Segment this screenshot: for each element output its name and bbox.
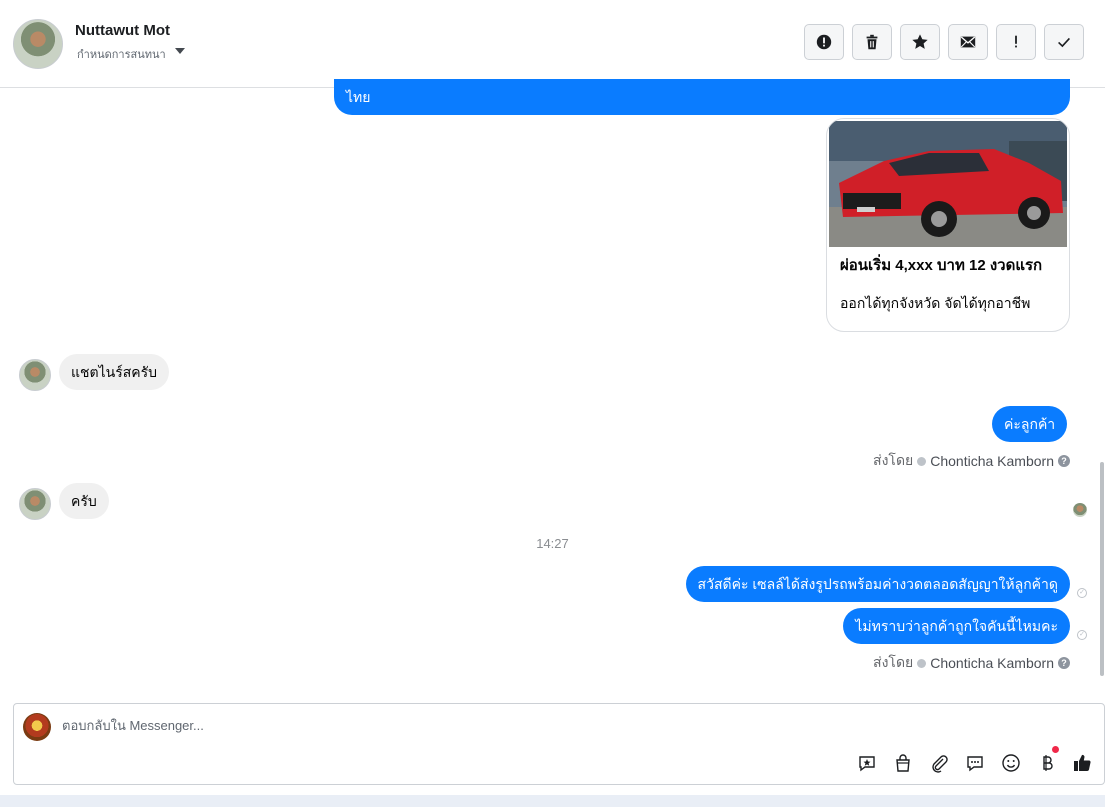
trash-icon: [866, 34, 878, 50]
conversation-header: Nuttawut Mot กำหนดการสนทนา: [0, 0, 1105, 88]
message-text: แชตไนร์สครับ: [71, 364, 158, 380]
sent-by-prefix: ส่งโดย: [873, 654, 914, 670]
outgoing-message[interactable]: ไทย: [334, 79, 1070, 115]
outgoing-message[interactable]: ไม่ทราบว่าลูกค้าถูกใจคันนี้ไหมคะ: [843, 608, 1070, 644]
contact-avatar[interactable]: [13, 19, 63, 69]
incoming-message[interactable]: แชตไนร์สครับ: [59, 354, 170, 390]
contact-avatar-small[interactable]: [19, 359, 51, 391]
agent-name[interactable]: Chonticha Kamborn: [930, 655, 1054, 671]
reply-composer: [13, 703, 1105, 785]
sent-by-label: ส่งโดย Chonticha Kamborn ?: [873, 652, 1070, 674]
outgoing-message[interactable]: สวัสดีค่ะ เซลล์ได้ส่งรูปรถพร้อมค่างวดตลอ…: [685, 566, 1070, 602]
conversation-panel: Nuttawut Mot กำหนดการสนทนา ไทย ผ่อนเริ่ม…: [0, 0, 1105, 795]
exclamation-icon: [1015, 35, 1017, 48]
saved-replies-button[interactable]: [856, 752, 878, 774]
delete-button[interactable]: [852, 24, 892, 60]
payment-button[interactable]: [1036, 752, 1058, 774]
paperclip-icon: [932, 755, 948, 773]
sent-by-label: ส่งโดย Chonticha Kamborn ?: [873, 450, 1070, 472]
page-avatar: [23, 713, 51, 741]
thumbs-up-icon: [1074, 754, 1091, 772]
card-title: ผ่อนเริ่ม 4,xxx บาท 12 งวดแรก: [840, 257, 1043, 274]
star-icon: [912, 34, 928, 49]
incoming-message[interactable]: ครับ: [59, 483, 109, 519]
agent-status-icon: [917, 658, 927, 668]
sent-check-icon: ✓: [1077, 630, 1087, 640]
mark-unread-button[interactable]: [948, 24, 988, 60]
contact-avatar-small[interactable]: [19, 488, 51, 520]
like-button[interactable]: [1071, 752, 1093, 774]
chat-star-icon: [859, 756, 875, 772]
car-image: [829, 121, 1067, 247]
help-icon[interactable]: ?: [1058, 657, 1070, 669]
baht-icon: [1043, 755, 1053, 771]
outgoing-message[interactable]: ค่ะลูกค้า: [992, 406, 1068, 442]
shop-button[interactable]: [892, 752, 914, 774]
quick-reply-button[interactable]: [964, 752, 986, 774]
card-description: ออกได้ทุกจังหวัด จัดได้ทุกอาชีพ: [840, 295, 1031, 311]
message-text: ไม่ทราบว่าลูกค้าถูกใจคันนี้ไหมคะ: [855, 618, 1058, 634]
attach-button[interactable]: [928, 752, 950, 774]
conversation-settings-label[interactable]: กำหนดการสนทนา: [77, 45, 166, 63]
agent-name[interactable]: Chonticha Kamborn: [930, 453, 1054, 469]
message-text: ไทย: [346, 89, 371, 105]
timestamp-separator: 14:27: [536, 536, 569, 551]
car-promo-card[interactable]: ผ่อนเริ่ม 4,xxx บาท 12 งวดแรก ออกได้ทุกจ…: [826, 118, 1070, 332]
alert-circle-icon: [816, 34, 832, 50]
message-text: ค่ะลูกค้า: [1004, 416, 1056, 432]
mark-done-button[interactable]: [1044, 24, 1084, 60]
sent-check-icon: ✓: [1077, 588, 1087, 598]
smiley-icon: [1002, 754, 1020, 772]
contact-name[interactable]: Nuttawut Mot: [75, 22, 170, 39]
reply-input[interactable]: [62, 718, 662, 733]
shopping-bag-icon: [896, 754, 910, 772]
star-button[interactable]: [900, 24, 940, 60]
seen-by-avatar: [1073, 503, 1087, 517]
message-text: สวัสดีค่ะ เซลล์ได้ส่งรูปรถพร้อมค่างวดตลอ…: [697, 576, 1058, 592]
scrollbar[interactable]: [1100, 462, 1104, 676]
envelope-icon: [960, 36, 976, 48]
sent-by-prefix: ส่งโดย: [873, 452, 914, 468]
emoji-button[interactable]: [1000, 752, 1022, 774]
notification-dot: [1052, 746, 1059, 753]
checkmark-icon: [1058, 37, 1070, 48]
message-text: ครับ: [71, 493, 97, 509]
chat-bubble-icon: [967, 756, 983, 772]
caret-down-icon[interactable]: [175, 48, 185, 54]
agent-status-icon: [917, 456, 927, 466]
follow-up-button[interactable]: [996, 24, 1036, 60]
help-icon[interactable]: ?: [1058, 455, 1070, 467]
report-button[interactable]: [804, 24, 844, 60]
